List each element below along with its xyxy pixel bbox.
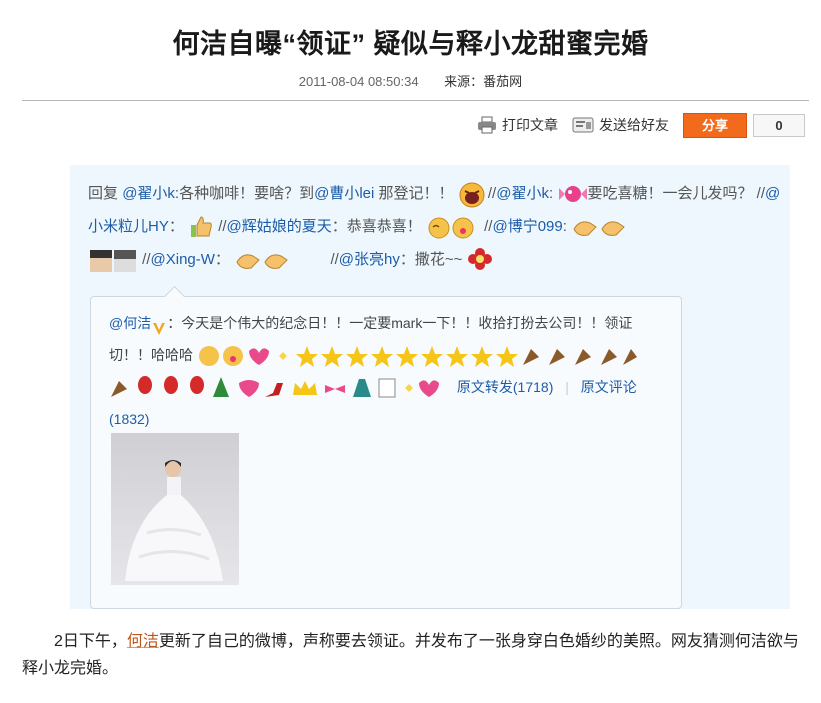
- link-divider: |: [565, 379, 569, 395]
- repost-text-segment: ：撒花~~: [399, 251, 463, 268]
- repost-text-segment: //: [756, 185, 765, 202]
- article-toolbar: 打印文章 发送给好友 分享 0: [477, 112, 805, 138]
- repost-text-segment: //: [487, 185, 497, 202]
- send-to-friend-button[interactable]: 发送给好友: [572, 115, 669, 135]
- repost-text-segment: //: [142, 251, 151, 268]
- bride-image: [111, 433, 239, 585]
- clapping-hands-icon: [572, 215, 626, 239]
- candy-icon: [558, 182, 588, 206]
- shy-faces-icon: [427, 215, 479, 239]
- article-meta: 2011-08-04 08:50:34 来源：番茄网: [0, 71, 821, 90]
- original-post-text: @何洁 ：今天是个伟大的纪念日！！一定要mark一下！！收拾打扮去公司！！领证切！…: [109, 307, 669, 435]
- title-divider: [22, 100, 809, 101]
- printer-icon: [478, 116, 496, 134]
- repost-text-segment: //: [330, 251, 339, 268]
- article-title: 何洁自曝“领证” 疑似与释小龙甜蜜完婚: [172, 29, 649, 59]
- post-pointer: [163, 285, 186, 308]
- repost-text-segment: :: [548, 185, 554, 202]
- article-paragraph: 2日下午，何洁更新了自己的微博，声称要去领证。并发布了一张身穿白色婚纱的美照。网…: [22, 628, 807, 682]
- send-label: 发送给好友: [599, 117, 669, 133]
- repost-text-segment: //: [218, 218, 227, 235]
- original-post: @何洁 ：今天是个伟大的纪念日！！一定要mark一下！！收拾打扮去公司！！领证切！…: [90, 285, 682, 609]
- repost-text: 回复 @翟小k:各种咖啡！要啥？到@曹小lei 那登记！！ //@翟小k: 要吃…: [88, 177, 788, 276]
- wedding-photo[interactable]: [111, 433, 239, 585]
- print-label: 打印文章: [502, 117, 558, 133]
- mention-link[interactable]: @翟小k: [122, 185, 175, 202]
- verified-v-icon: [152, 316, 166, 336]
- laughing-face-icon: [459, 182, 485, 208]
- article-date: 2011-08-04 08:50:34: [298, 74, 419, 89]
- reply-prefix: 回复: [88, 185, 119, 202]
- repost-text-segment: 要吃喜糖！一会儿发吗？: [587, 185, 753, 202]
- flower-icon: [467, 248, 492, 272]
- mention-link[interactable]: @Xing-W: [151, 251, 215, 268]
- share-count: 0: [753, 113, 805, 137]
- repost-text-segment: :: [562, 218, 567, 235]
- send-icon: [572, 117, 594, 133]
- author-link[interactable]: @何洁: [109, 315, 151, 331]
- article-source: 来源：番茄网: [444, 74, 523, 89]
- mention-link[interactable]: @曹小lei: [314, 185, 374, 202]
- mention-link[interactable]: @张亮hy: [339, 251, 400, 268]
- weibo-embed: 回复 @翟小k:各种咖啡！要啥？到@曹小lei 那登记！！ //@翟小k: 要吃…: [70, 165, 790, 609]
- paragraph-text: 2日下午，: [54, 633, 127, 650]
- couple-icon: [89, 248, 137, 273]
- mention-link[interactable]: @辉姑娘的夏天: [227, 218, 332, 235]
- mention-link[interactable]: @翟小k: [496, 185, 549, 202]
- repost-text-segment: ：恭喜恭喜！: [331, 218, 422, 235]
- share-button[interactable]: 分享: [683, 112, 747, 138]
- repost-text-segment: ：: [168, 218, 184, 235]
- name-link[interactable]: 何洁: [127, 633, 159, 650]
- original-repost-link[interactable]: 原文转发(1718): [457, 379, 553, 395]
- thumbs-up-icon: [189, 215, 213, 239]
- mention-link[interactable]: @博宁099: [492, 218, 562, 235]
- repost-text-segment: ：: [214, 251, 230, 268]
- print-button[interactable]: 打印文章: [477, 115, 558, 135]
- repost-text-segment: :各种咖啡！要啥？到: [174, 185, 315, 202]
- emoji-row-icon: [198, 346, 637, 368]
- repost-text-segment: 那登记！！: [378, 185, 454, 202]
- emoji-row-icon: [111, 376, 439, 398]
- clapping-hands-icon: [235, 248, 289, 272]
